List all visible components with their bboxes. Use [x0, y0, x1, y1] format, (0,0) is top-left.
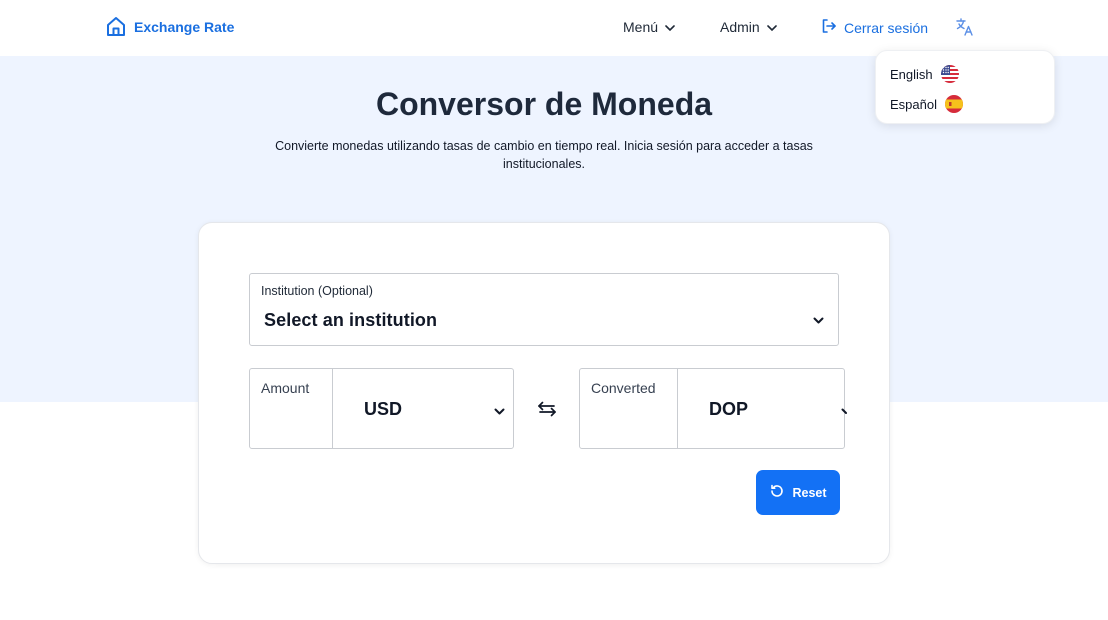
institution-select[interactable]: Institution (Optional) Select an institu… [249, 273, 839, 346]
reset-button[interactable]: Reset [756, 470, 840, 515]
language-toggle-button[interactable] [955, 17, 975, 42]
home-icon [106, 16, 126, 37]
from-amount-group: Amount USD [249, 368, 514, 449]
converter-card: Institution (Optional) Select an institu… [198, 222, 890, 564]
institution-value: Select an institution [264, 310, 438, 330]
translate-icon [955, 18, 975, 41]
page-subtitle: Convierte monedas utilizando tasas de ca… [275, 139, 813, 171]
to-currency-select[interactable]: DOP [678, 369, 847, 448]
converted-label: Converted [591, 380, 656, 396]
amount-input[interactable]: Amount [250, 369, 333, 448]
chevron-down-icon [665, 19, 675, 35]
chevron-down-icon [494, 403, 505, 421]
spain-flag-icon [944, 95, 963, 113]
chevron-down-icon [813, 312, 824, 330]
language-dropdown-menu: English Español [875, 50, 1055, 124]
top-navbar: Exchange Rate Menú Admin Cerrar sesión [0, 0, 1108, 56]
nav-menu-label: Menú [623, 19, 659, 35]
nav-admin-label: Admin [720, 19, 760, 35]
nav-menu-dropdown[interactable]: Menú [623, 19, 675, 35]
swap-currencies-button[interactable] [537, 400, 557, 423]
language-option-spanish[interactable]: Español [890, 95, 963, 113]
logout-label: Cerrar sesión [844, 19, 929, 36]
logout-button[interactable]: Cerrar sesión [821, 18, 928, 37]
logout-icon [821, 18, 837, 37]
amount-label: Amount [261, 380, 310, 396]
converted-input[interactable]: Converted [580, 369, 678, 448]
institution-label: Institution (Optional) [261, 284, 373, 298]
chevron-down-icon [841, 403, 847, 421]
chevron-down-icon [766, 19, 777, 35]
reset-label: Reset [792, 485, 827, 500]
language-option-label: English [890, 66, 933, 82]
us-flag-icon [940, 65, 959, 83]
nav-admin-dropdown[interactable]: Admin [720, 19, 777, 35]
from-currency-value: USD [364, 399, 403, 419]
from-currency-select[interactable]: USD [333, 369, 513, 448]
language-option-english[interactable]: English [890, 65, 959, 83]
to-currency-value: DOP [709, 399, 749, 419]
swap-arrows-icon [537, 401, 557, 422]
brand-link[interactable]: Exchange Rate [106, 16, 234, 37]
brand-name: Exchange Rate [134, 18, 235, 35]
reset-icon [769, 483, 785, 502]
to-amount-group: Converted DOP [579, 368, 847, 449]
language-option-label: Español [890, 96, 937, 112]
